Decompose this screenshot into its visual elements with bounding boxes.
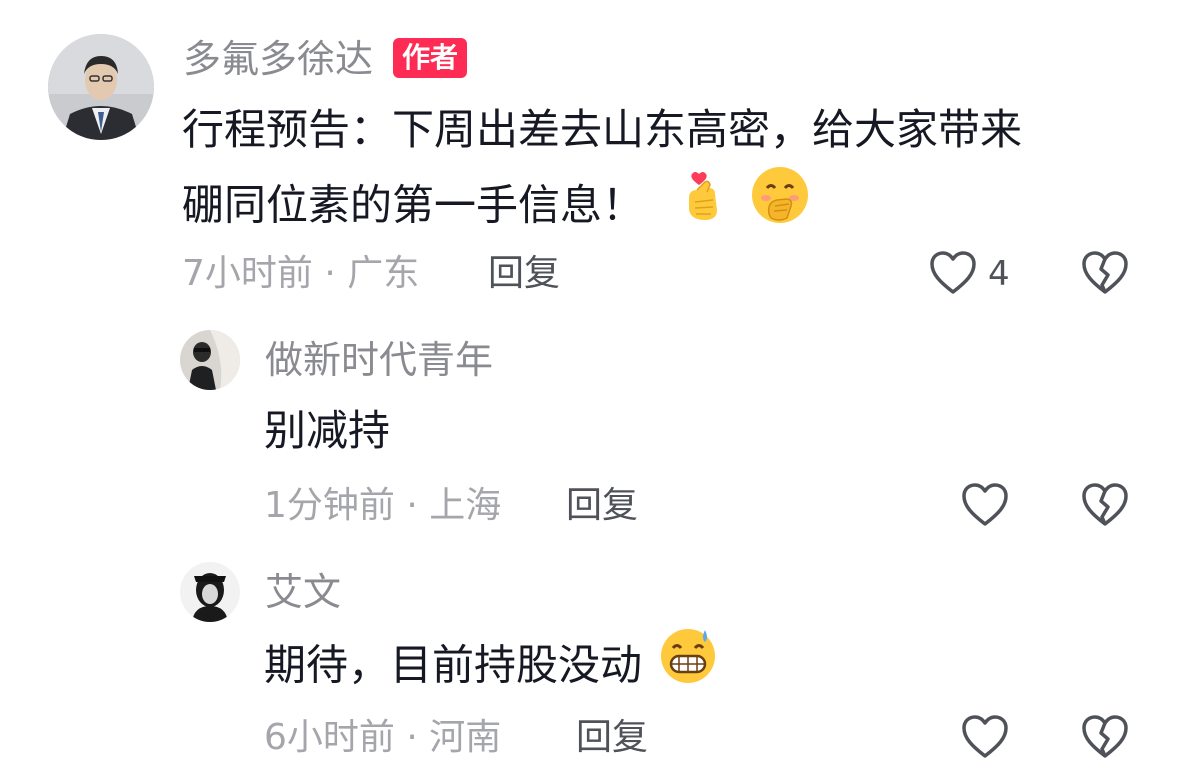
comment-username[interactable]: 做新时代青年	[265, 341, 493, 379]
comment-text: 别减持	[264, 391, 390, 471]
avatar[interactable]	[180, 330, 240, 390]
comment-text: 期待，目前持股没动	[264, 624, 719, 712]
avatar[interactable]	[48, 34, 154, 140]
like-button[interactable]	[960, 481, 1010, 533]
comment-text-line: 别减持	[264, 406, 391, 455]
comment-username[interactable]: 艾文	[265, 573, 341, 611]
author-badge: 作者	[393, 38, 468, 78]
broken-heart-icon	[1080, 715, 1130, 765]
comment-text-line: 硼同位素的第一手信息！	[182, 180, 645, 230]
reply-button[interactable]: 回复	[576, 720, 648, 756]
comment-text-line: 期待，目前持股没动	[264, 640, 643, 690]
reply-button[interactable]: 回复	[566, 488, 638, 524]
heart-icon	[960, 715, 1010, 765]
like-button[interactable]	[960, 713, 1010, 765]
comment-meta: 7小时前 · 广东	[182, 253, 420, 294]
dislike-button[interactable]	[1080, 713, 1130, 765]
comment-text: 行程预告：下周出差去山东高密，给大家带来	[182, 90, 1022, 170]
reply-button[interactable]: 回复	[488, 256, 560, 292]
broken-heart-icon	[1080, 251, 1130, 301]
comment-username[interactable]: 多氟多徐达	[183, 40, 373, 78]
comment-text: 硼同位素的第一手信息！	[182, 164, 811, 252]
finger-heart-emoji-icon	[679, 168, 731, 248]
heart-icon	[960, 483, 1010, 533]
grin-sweat-emoji-icon	[657, 624, 719, 712]
hand-over-mouth-emoji-icon	[749, 164, 811, 252]
dislike-button[interactable]	[1080, 249, 1130, 301]
avatar[interactable]	[180, 562, 240, 622]
comment-text-line: 行程预告：下周出差去山东高密，给大家带来	[182, 105, 1023, 154]
broken-heart-icon	[1080, 483, 1130, 533]
heart-icon	[928, 249, 978, 301]
comment-meta: 1分钟前 · 上海	[264, 485, 502, 526]
like-count: 4	[988, 254, 1010, 294]
comment-meta: 6小时前 · 河南	[264, 717, 502, 758]
dislike-button[interactable]	[1080, 481, 1130, 533]
